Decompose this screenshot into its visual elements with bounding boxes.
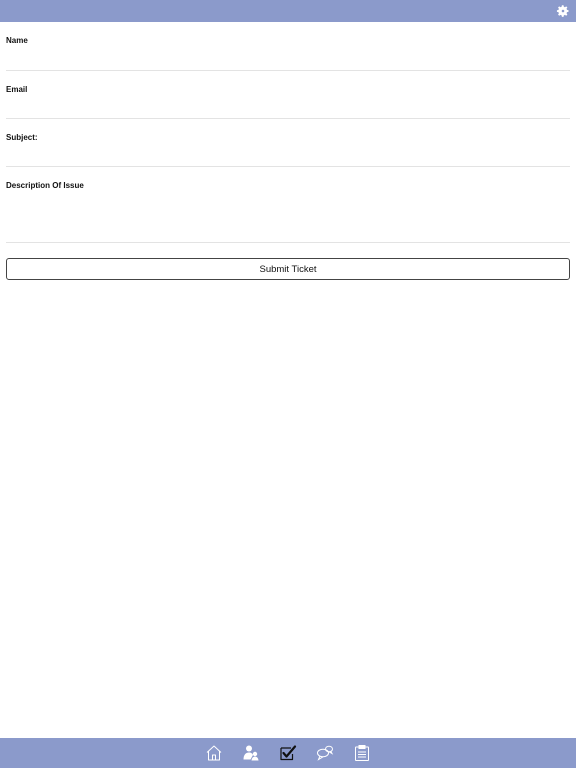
email-label: Email bbox=[6, 85, 28, 94]
description-label: Description Of Issue bbox=[6, 181, 84, 190]
chat-icon[interactable] bbox=[316, 744, 334, 762]
subject-input[interactable] bbox=[6, 152, 570, 162]
people-icon[interactable] bbox=[242, 744, 260, 762]
bottom-tab-bar bbox=[0, 738, 576, 768]
name-input[interactable] bbox=[6, 56, 570, 66]
subject-label: Subject: bbox=[6, 133, 38, 142]
subject-field: Subject: bbox=[6, 119, 570, 167]
checkbox-icon[interactable] bbox=[279, 744, 297, 762]
email-input[interactable] bbox=[6, 104, 570, 114]
submit-ticket-button[interactable]: Submit Ticket bbox=[6, 258, 570, 280]
support-ticket-form: Name Email Subject: Description Of Issue bbox=[6, 22, 570, 243]
name-field: Name bbox=[6, 22, 570, 71]
top-bar bbox=[0, 0, 576, 22]
description-textarea[interactable] bbox=[6, 193, 570, 238]
description-field: Description Of Issue bbox=[6, 167, 570, 243]
email-field: Email bbox=[6, 71, 570, 119]
name-label: Name bbox=[6, 36, 28, 45]
clipboard-icon[interactable] bbox=[353, 744, 371, 762]
home-icon[interactable] bbox=[205, 744, 223, 762]
gear-icon[interactable] bbox=[556, 4, 570, 18]
